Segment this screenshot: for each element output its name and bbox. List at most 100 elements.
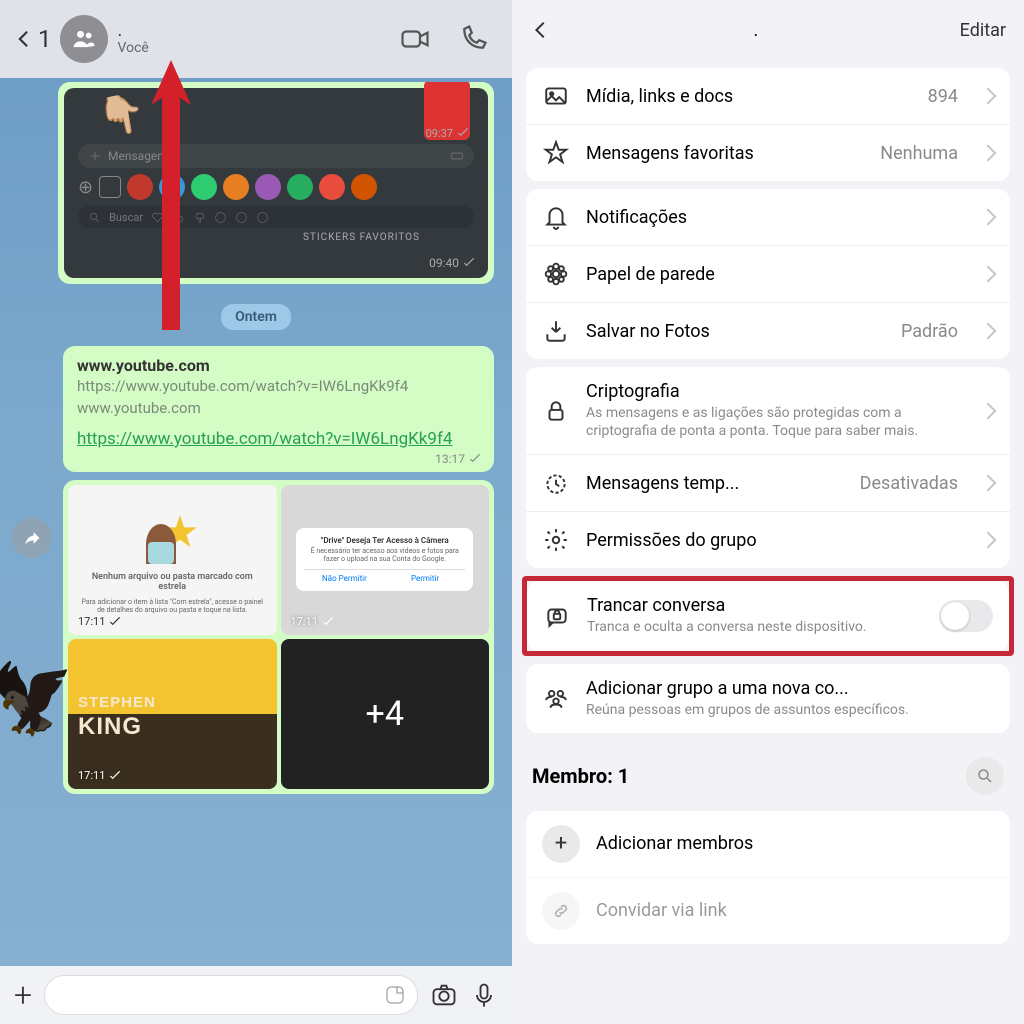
link-circle-icon (542, 892, 580, 930)
camera-icon[interactable] (430, 981, 458, 1009)
message-input[interactable] (44, 975, 418, 1015)
mic-icon[interactable] (470, 981, 498, 1009)
search-members-button[interactable] (966, 757, 1004, 795)
chevron-right-icon (980, 323, 997, 340)
image-grid-bubble[interactable]: Nenhum arquivo ou pasta marcado com estr… (63, 480, 494, 794)
favorites-label: STICKERS FAVORITOS (72, 232, 420, 243)
row-starred[interactable]: Mensagens favoritas Nenhuma (526, 124, 1010, 181)
row-subtitle: As mensagens e as ligações são protegida… (586, 404, 958, 440)
row-invite-link[interactable]: Convidar via link (526, 877, 1010, 944)
dialog-title: "Drive" Deseja Ter Acesso à Câmera (304, 536, 465, 545)
allow-label: Permitir (385, 574, 466, 583)
group-avatar[interactable] (60, 15, 108, 63)
card-community: Adicionar grupo a uma nova co... Reúna p… (526, 664, 1010, 733)
preview-search: Buscar (78, 206, 474, 228)
voice-call-icon[interactable] (458, 24, 488, 54)
link-domain: www.youtube.com (77, 399, 480, 419)
message-time: 13:17 (435, 452, 482, 466)
check-icon (321, 615, 335, 629)
row-label: Salvar no Fotos (586, 321, 885, 342)
info-header: . Editar (512, 0, 1024, 60)
forward-button[interactable] (12, 518, 52, 558)
row-label: Papel de parede (586, 264, 958, 285)
pointing-hand-emoji: 👇🏼 (95, 90, 149, 142)
chat-title-area[interactable]: . Você (118, 22, 393, 56)
community-icon (543, 685, 569, 711)
video-call-icon[interactable] (400, 24, 430, 54)
search-icon (976, 767, 994, 785)
row-lock-chat[interactable]: Trancar conversa Tranca e oculta a conve… (527, 581, 1009, 650)
image-time: 17:11 (78, 615, 122, 629)
more-count: +4 (366, 694, 404, 734)
check-icon (468, 452, 482, 466)
app-preview: 👇🏼 09:37 Mensagem ⊕ Buscar (64, 88, 488, 278)
chevron-right-icon (980, 266, 997, 283)
attach-icon (88, 149, 102, 163)
chat-lock-icon (544, 603, 570, 629)
row-wallpaper[interactable]: Papel de parede (526, 245, 1010, 302)
row-temporary-messages[interactable]: Mensagens temp... Desativadas (526, 454, 1010, 511)
card-members: + Adicionar membros Convidar via link (526, 811, 1010, 944)
row-add-members[interactable]: + Adicionar membros (526, 811, 1010, 877)
keyboard-icon (450, 149, 464, 163)
chevron-right-icon (980, 532, 997, 549)
row-label: Mensagens temp... (586, 473, 844, 494)
star-icon (543, 140, 569, 166)
row-label: Convidar via link (596, 900, 994, 921)
image-time: 17:11 (78, 769, 122, 783)
row-subtitle: Tranca e oculta a conversa neste disposi… (587, 618, 923, 636)
row-notifications[interactable]: Notificações (526, 189, 1010, 245)
section-title: Membro: 1 (532, 764, 966, 788)
lock-toggle[interactable] (939, 600, 993, 632)
image-cell[interactable]: "Drive" Deseja Ter Acesso à Câmera É nec… (281, 485, 490, 635)
star-illustration (142, 506, 202, 566)
sticker-pack (319, 174, 345, 200)
chat-subtitle: Você (118, 40, 393, 56)
image-cell-more[interactable]: +4 (281, 639, 490, 789)
chat-name: . (118, 22, 393, 40)
row-value: 894 (928, 86, 958, 107)
card-media: Mídia, links e docs 894 Mensagens favori… (526, 68, 1010, 181)
check-icon (108, 615, 122, 629)
row-label: Permissões do grupo (586, 530, 958, 551)
date-label: Ontem (221, 304, 291, 330)
back-button[interactable] (530, 19, 552, 41)
card-lock: Trancar conversa Tranca e oculta a conve… (527, 581, 1009, 650)
row-title: Criptografia (586, 381, 958, 402)
link-icon (552, 902, 570, 920)
header-actions (400, 24, 488, 54)
image-time: 17:11 (291, 615, 335, 629)
forward-icon (22, 528, 42, 548)
image-cell[interactable]: Nenhum arquivo ou pasta marcado com estr… (68, 485, 277, 635)
sticker-pack (351, 174, 377, 200)
edit-button[interactable]: Editar (960, 20, 1006, 41)
settings-list[interactable]: Mídia, links e docs 894 Mensagens favori… (512, 60, 1024, 1024)
image-cell[interactable]: STEPHEN KING 17:11 (68, 639, 277, 789)
link-anchor[interactable]: https://www.youtube.com/watch?v=IW6LngKk… (77, 428, 480, 452)
row-encryption[interactable]: Criptografia As mensagens e as ligações … (526, 367, 1010, 454)
add-sticker-icon: ⊕ (78, 177, 93, 198)
row-permissions[interactable]: Permissões do grupo (526, 511, 1010, 568)
chat-header: 1 . Você (0, 0, 512, 78)
row-label: Mídia, links e docs (586, 86, 912, 107)
check-icon (462, 256, 476, 270)
bulb-icon (256, 211, 269, 224)
row-media[interactable]: Mídia, links e docs 894 (526, 68, 1010, 124)
sticker-icon[interactable] (383, 983, 407, 1007)
message-preview-bubble[interactable]: 👇🏼 09:37 Mensagem ⊕ Buscar (58, 82, 494, 284)
row-label: Adicionar membros (596, 833, 994, 854)
attach-button[interactable]: + (14, 976, 32, 1014)
row-label: Mensagens favoritas (586, 143, 864, 164)
row-add-to-community[interactable]: Adicionar grupo a uma nova co... Reúna p… (526, 664, 1010, 733)
chevron-right-icon (980, 402, 997, 419)
link-url: https://www.youtube.com/watch?v=IW6LngKk… (77, 377, 480, 397)
row-value: Desativadas (860, 473, 958, 494)
row-save-photos[interactable]: Salvar no Fotos Padrão (526, 302, 1010, 359)
link-message-bubble[interactable]: www.youtube.com https://www.youtube.com/… (63, 346, 494, 472)
gear-icon (543, 527, 569, 553)
group-info-screen: . Editar Mídia, links e docs 894 Mensage… (512, 0, 1024, 1024)
row-label: Notificações (586, 207, 958, 228)
sticker-row: ⊕ (78, 174, 474, 200)
back-button[interactable]: 1 (14, 23, 52, 55)
compose-bar: + (0, 966, 512, 1024)
